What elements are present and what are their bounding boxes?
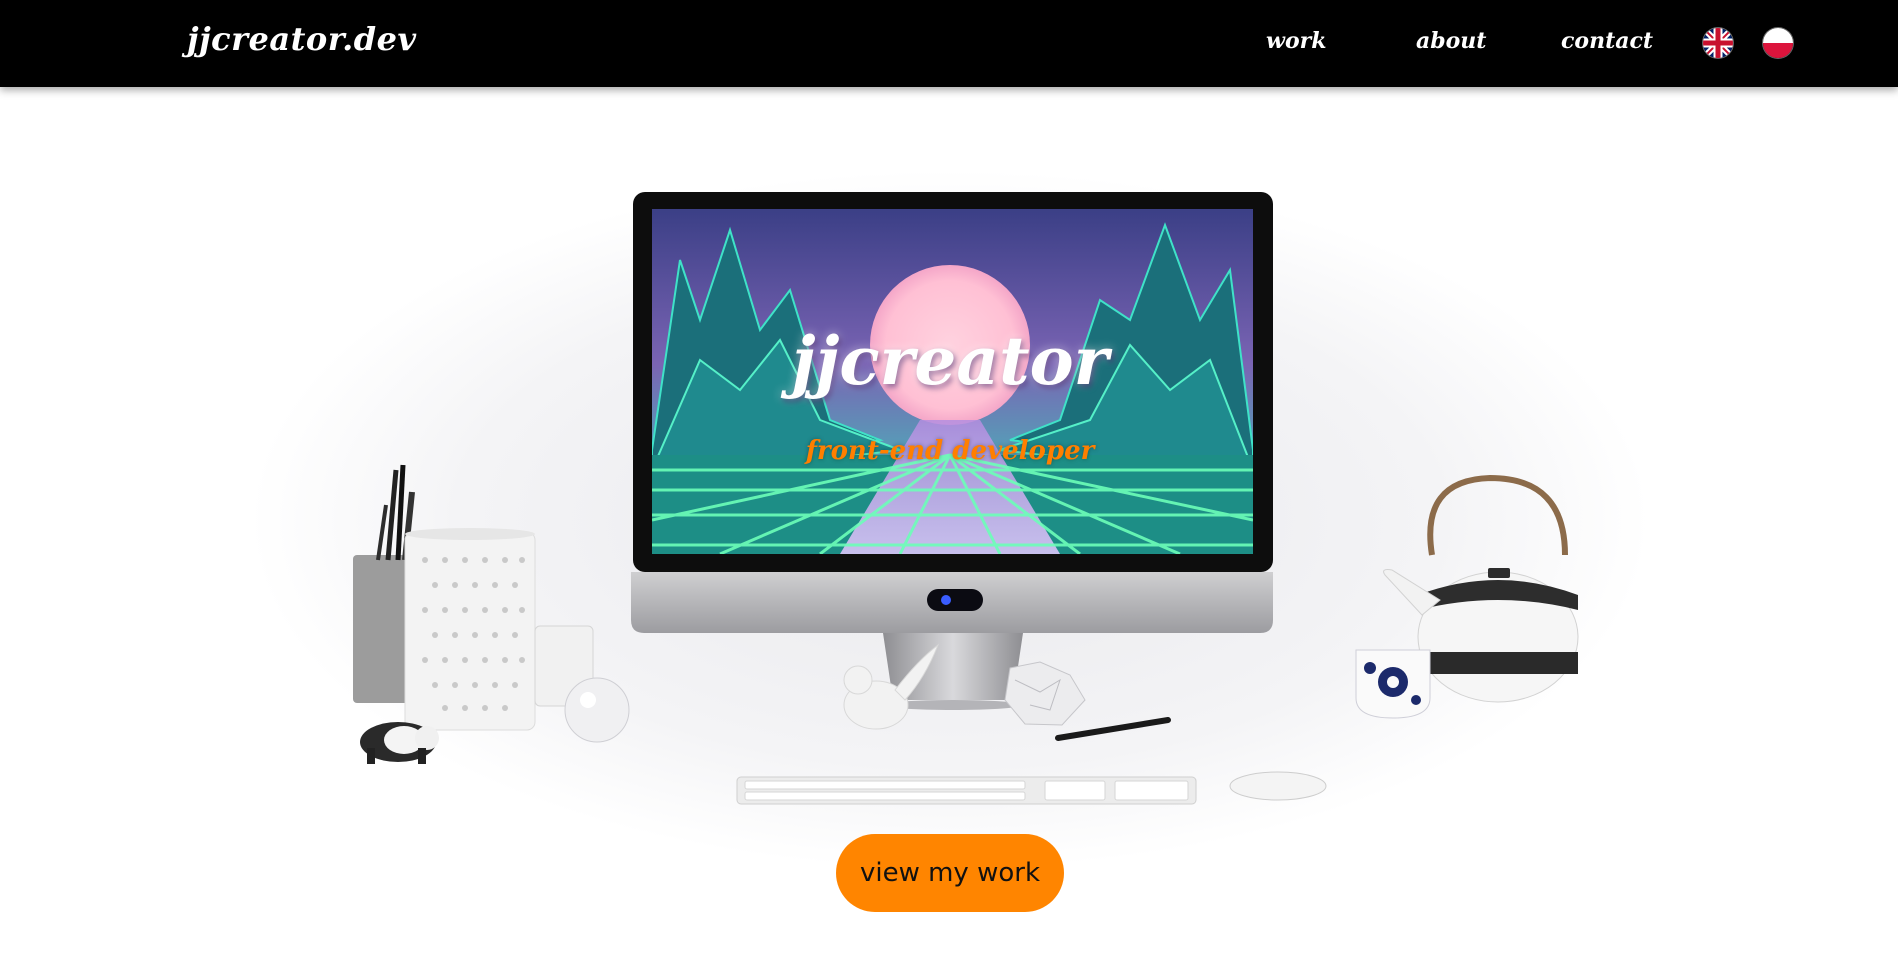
top-navbar: jjcreator.dev work about contact (0, 0, 1898, 87)
nav-link-work[interactable]: work (1266, 28, 1326, 54)
nav-link-contact[interactable]: contact (1561, 28, 1653, 54)
view-my-work-button[interactable]: view my work (836, 834, 1064, 912)
nav-link-about[interactable]: about (1416, 28, 1486, 54)
screen-title: jjcreator (791, 322, 1109, 400)
poland-flag-icon[interactable] (1763, 28, 1793, 58)
screen-subtitle: front-end developer (805, 436, 1095, 466)
site-logo[interactable]: jjcreator.dev (187, 20, 417, 58)
uk-flag-icon[interactable] (1703, 28, 1733, 58)
